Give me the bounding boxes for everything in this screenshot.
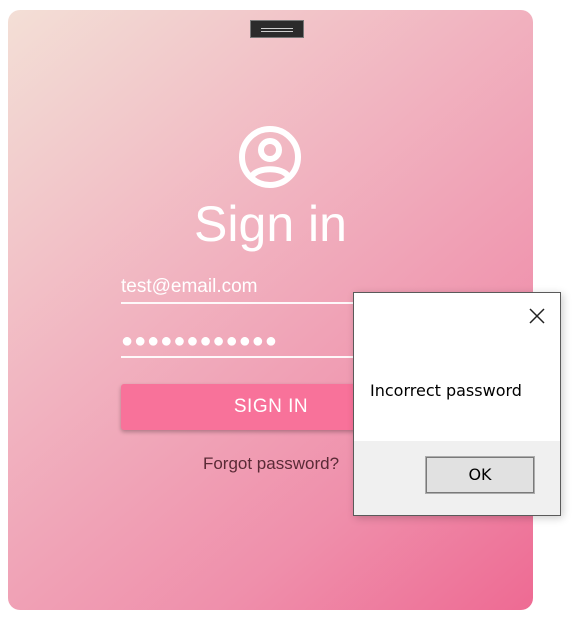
page-title: Sign in <box>194 196 347 252</box>
dialog-message: Incorrect password <box>370 381 522 400</box>
close-icon[interactable] <box>528 307 546 325</box>
ok-button[interactable]: OK <box>425 456 535 494</box>
drag-handle-icon[interactable] <box>250 20 304 38</box>
error-dialog: Incorrect password OK <box>353 292 561 516</box>
dialog-footer: OK <box>354 441 560 515</box>
user-circle-icon <box>239 126 301 188</box>
